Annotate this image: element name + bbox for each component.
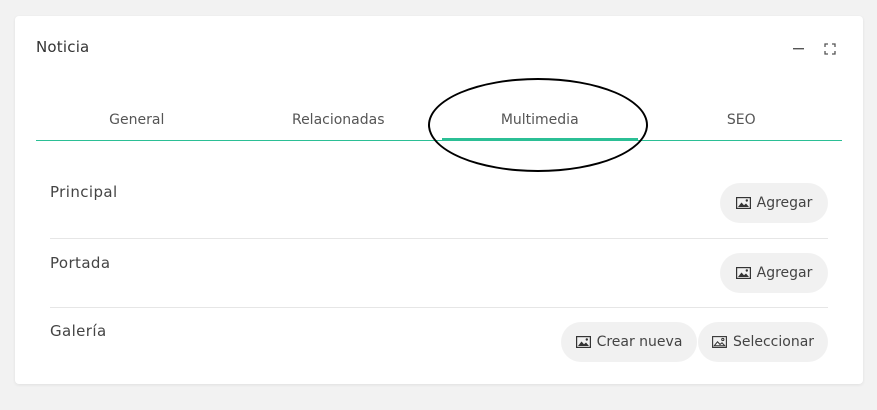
tab-seo[interactable]: SEO	[641, 108, 843, 140]
galeria-select-label: Seleccionar	[732, 334, 815, 350]
image-icon	[575, 336, 591, 348]
card-tools	[791, 42, 837, 56]
section-label-galeria: Galería	[50, 322, 107, 340]
tab-multimedia[interactable]: Multimedia	[439, 108, 641, 141]
tab-bar: General Relacionadas Multimedia SEO	[36, 108, 842, 141]
principal-add-label: Agregar	[756, 195, 813, 211]
portada-add-label: Agregar	[756, 265, 813, 281]
noticia-card: Noticia General Relacionadas Multimedia …	[15, 16, 863, 384]
image-icon	[735, 197, 751, 209]
card-title: Noticia	[36, 38, 90, 56]
galeria-create-label: Crear nueva	[596, 334, 683, 350]
principal-add-button[interactable]: Agregar	[720, 183, 828, 223]
image-outline-icon	[712, 336, 727, 348]
minus-icon[interactable]	[791, 42, 805, 56]
section-label-portada: Portada	[50, 254, 111, 272]
portada-add-button[interactable]: Agregar	[720, 253, 828, 293]
tab-general[interactable]: General	[36, 108, 238, 140]
divider	[50, 238, 828, 239]
section-label-principal: Principal	[50, 183, 118, 201]
image-icon	[735, 267, 751, 279]
galeria-select-button[interactable]: Seleccionar	[698, 322, 828, 362]
expand-icon[interactable]	[823, 42, 837, 56]
divider	[50, 307, 828, 308]
tab-relacionadas[interactable]: Relacionadas	[238, 108, 440, 140]
galeria-create-button[interactable]: Crear nueva	[561, 322, 697, 362]
